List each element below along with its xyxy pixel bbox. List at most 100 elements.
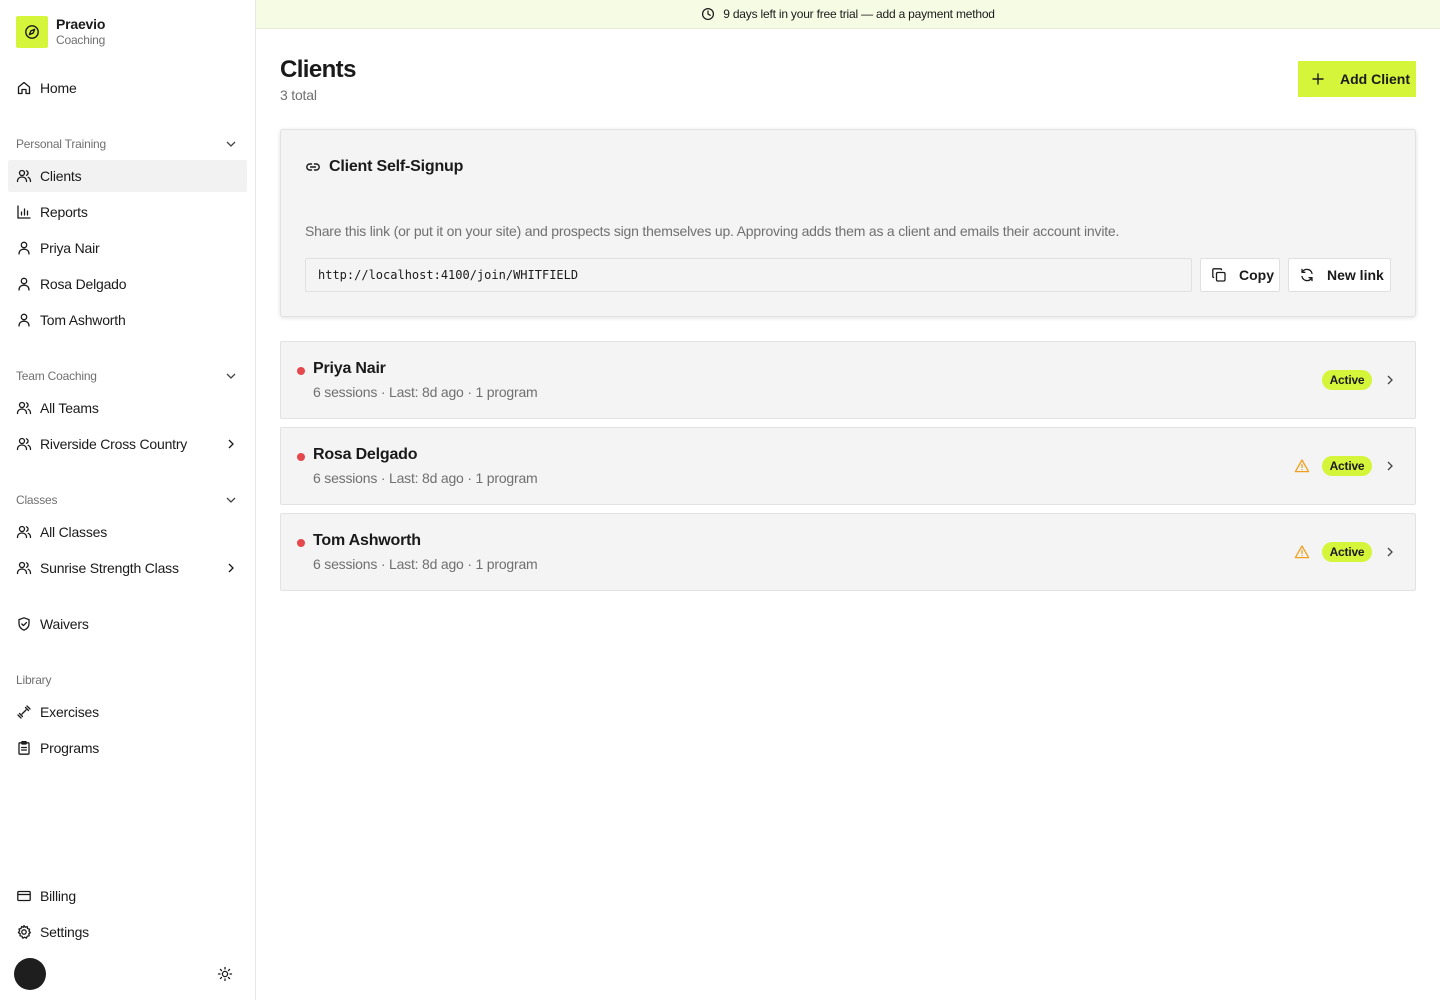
self-signup-card: Client Self-Signup Share this link (or p…	[280, 129, 1416, 317]
sidebar-item-home[interactable]: Home	[8, 72, 247, 104]
warning-icon	[1294, 545, 1310, 559]
chevron-down-icon	[226, 141, 236, 147]
chevron-right-icon	[1387, 461, 1393, 471]
sidebar-item-label: Programs	[40, 740, 100, 756]
sidebar: Praevio Coaching Home Personal Training …	[0, 0, 256, 1000]
sidebar-item-billing[interactable]: Billing	[8, 880, 247, 912]
sidebar-item-programs[interactable]: Programs	[8, 732, 247, 764]
sidebar-item-label: Clients	[40, 168, 82, 184]
chevron-down-icon	[226, 497, 236, 503]
sidebar-item-label: Sunrise Strength Class	[40, 560, 179, 576]
client-meta: 6 sessions · Last: 8d ago · 1 program	[313, 470, 538, 486]
signup-link-field[interactable]	[305, 258, 1192, 292]
copy-link-button[interactable]: Copy	[1200, 258, 1280, 292]
avatar[interactable]	[14, 958, 46, 990]
sidebar-item-waivers[interactable]: Waivers	[8, 608, 247, 640]
sidebar-item-all-classes[interactable]: All Classes	[8, 516, 247, 548]
client-count: 3 total	[280, 87, 317, 103]
sidebar-item-label: Settings	[40, 924, 89, 940]
add-client-label: Add Client	[1340, 71, 1410, 87]
users-icon	[16, 525, 32, 539]
section-classes[interactable]: Classes	[16, 490, 239, 510]
refresh-icon	[1301, 268, 1313, 282]
add-client-button[interactable]: Add Client	[1298, 61, 1416, 97]
section-team-coaching[interactable]: Team Coaching	[16, 366, 239, 386]
copy-link-label: Copy	[1239, 267, 1274, 283]
sidebar-item-label: Riverside Cross Country	[40, 436, 188, 452]
sidebar-item-label: Billing	[40, 888, 76, 904]
client-name: Priya Nair	[313, 360, 386, 377]
client-row-rosa-delgado[interactable]: Rosa Delgado 6 sessions · Last: 8d ago ·…	[280, 427, 1416, 505]
client-name: Rosa Delgado	[313, 446, 418, 463]
sidebar-item-exercises[interactable]: Exercises	[8, 696, 247, 728]
sidebar-item-reports[interactable]: Reports	[8, 196, 247, 228]
clock-icon	[702, 7, 715, 21]
users-icon	[16, 437, 32, 451]
sidebar-item-label: Waivers	[40, 616, 89, 632]
sidebar-item-rosa-delgado[interactable]: Rosa Delgado	[8, 268, 247, 300]
shield-check-icon	[18, 617, 30, 631]
section-label: Team Coaching	[16, 369, 97, 383]
credit-card-icon	[17, 890, 31, 902]
section-label: Library	[16, 673, 52, 687]
plus-icon	[1312, 73, 1324, 85]
client-meta: 6 sessions · Last: 8d ago · 1 program	[313, 556, 538, 572]
client-row-tom-ashworth[interactable]: Tom Ashworth 6 sessions · Last: 8d ago ·…	[280, 513, 1416, 591]
user-icon	[18, 313, 30, 327]
link-icon	[306, 163, 320, 171]
users-icon	[16, 561, 32, 575]
new-link-button[interactable]: New link	[1288, 258, 1391, 292]
brand-name: Praevio	[56, 16, 106, 32]
chevron-right-icon[interactable]	[223, 560, 239, 576]
sidebar-item-clients[interactable]: Clients	[8, 160, 247, 192]
compass-icon	[16, 16, 48, 48]
sun-icon[interactable]	[217, 966, 233, 982]
client-name: Tom Ashworth	[313, 532, 421, 549]
section-library: Library	[16, 670, 239, 690]
chevron-right-icon	[1387, 375, 1393, 385]
status-dot	[297, 453, 305, 461]
home-icon	[17, 81, 31, 95]
section-label: Classes	[16, 493, 58, 507]
client-meta: 6 sessions · Last: 8d ago · 1 program	[313, 384, 538, 400]
user-icon	[18, 277, 30, 291]
sidebar-item-priya-nair[interactable]: Priya Nair	[8, 232, 247, 264]
sidebar-item-riverside-cross-country[interactable]: Riverside Cross Country	[8, 428, 247, 460]
sidebar-item-label: All Teams	[40, 400, 99, 416]
brand[interactable]: Praevio Coaching	[16, 16, 105, 48]
self-signup-description: Share this link (or put it on your site)…	[305, 223, 1120, 239]
copy-icon	[1212, 268, 1226, 282]
chevron-right-icon[interactable]	[223, 436, 239, 452]
clipboard-icon	[18, 740, 30, 755]
self-signup-title-text: Client Self-Signup	[329, 158, 464, 175]
sidebar-item-sunrise-strength-class[interactable]: Sunrise Strength Class	[8, 552, 247, 584]
users-icon	[16, 401, 32, 415]
sidebar-item-all-teams[interactable]: All Teams	[8, 392, 247, 424]
section-personal-training[interactable]: Personal Training	[16, 134, 239, 154]
sidebar-item-label: Exercises	[40, 704, 99, 720]
users-icon	[16, 169, 32, 183]
status-dot	[297, 367, 305, 375]
sidebar-item-label: Rosa Delgado	[40, 276, 127, 292]
trial-banner-text: 9 days left in your free trial — add a p…	[723, 7, 995, 21]
client-row-priya-nair[interactable]: Priya Nair 6 sessions · Last: 8d ago · 1…	[280, 341, 1416, 419]
sidebar-item-tom-ashworth[interactable]: Tom Ashworth	[8, 304, 247, 336]
sidebar-item-label: All Classes	[40, 524, 108, 540]
gear-icon	[17, 924, 32, 939]
user-icon	[18, 241, 30, 255]
sidebar-item-settings[interactable]: Settings	[8, 916, 247, 948]
bar-chart-icon	[17, 205, 31, 219]
status-dot	[297, 539, 305, 547]
status-badge: Active	[1322, 542, 1372, 562]
page-title: Clients	[280, 56, 356, 83]
status-badge: Active	[1322, 456, 1372, 476]
trial-banner[interactable]: 9 days left in your free trial — add a p…	[256, 0, 1440, 29]
dumbbell-icon	[17, 705, 31, 719]
new-link-label: New link	[1327, 267, 1384, 283]
sidebar-item-label: Home	[40, 80, 77, 96]
warning-icon	[1294, 459, 1310, 473]
sidebar-item-label: Priya Nair	[40, 240, 100, 256]
section-label: Personal Training	[16, 137, 106, 151]
chevron-down-icon	[226, 373, 236, 379]
self-signup-title: Client Self-Signup	[305, 158, 463, 176]
